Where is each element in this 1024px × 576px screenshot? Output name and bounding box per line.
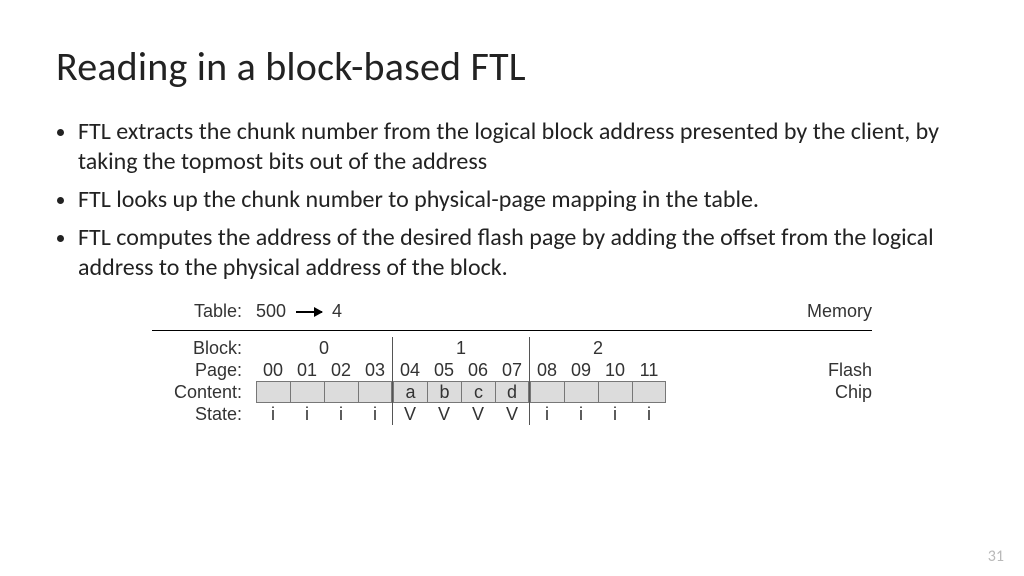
page-num: 11: [632, 359, 666, 381]
page-num: 02: [324, 359, 358, 381]
page-num: 00: [256, 359, 290, 381]
page-number: 31: [988, 547, 1004, 566]
state-cell: i: [564, 403, 598, 425]
page-num: 09: [564, 359, 598, 381]
page-num: 04: [393, 359, 427, 381]
content-cell: c: [461, 381, 495, 403]
content-row-label: Content:: [152, 382, 256, 403]
content-cell: d: [495, 381, 529, 403]
bullet-list: FTL extracts the chunk number from the l…: [56, 117, 968, 283]
page-num: 03: [358, 359, 392, 381]
state-cell: V: [427, 403, 461, 425]
state-cell: i: [290, 403, 324, 425]
page-num: 06: [461, 359, 495, 381]
state-row-label: State:: [152, 404, 256, 425]
table-to-value: 4: [326, 301, 342, 322]
state-cell: i: [598, 403, 632, 425]
state-cell: V: [495, 403, 529, 425]
content-cell: [290, 381, 324, 403]
page-num: 08: [530, 359, 564, 381]
block-name: 2: [530, 337, 666, 359]
bullet-item: FTL computes the address of the desired …: [78, 223, 968, 283]
state-cell: i: [358, 403, 392, 425]
content-cell: [358, 381, 392, 403]
page-row-label: Page:: [152, 360, 256, 381]
block-row-label: Block:: [152, 338, 256, 359]
table-from-value: 500: [256, 301, 292, 322]
state-cell: i: [530, 403, 564, 425]
state-cell: V: [461, 403, 495, 425]
state-cell: i: [632, 403, 666, 425]
state-cell: i: [256, 403, 290, 425]
divider-line: [152, 330, 872, 331]
content-cell: a: [393, 381, 427, 403]
page-num: 07: [495, 359, 529, 381]
bullet-item: FTL looks up the chunk number to physica…: [78, 185, 968, 215]
block-name: 1: [393, 337, 529, 359]
page-num: 10: [598, 359, 632, 381]
arrow-right-icon: [296, 311, 322, 313]
content-cell: [632, 381, 666, 403]
content-cell: [324, 381, 358, 403]
table-label: Table:: [152, 301, 256, 322]
content-cell: [256, 381, 290, 403]
block-name: 0: [256, 337, 392, 359]
chip-label: Chip: [815, 382, 872, 403]
content-cell: [598, 381, 632, 403]
flash-label: Flash: [808, 360, 872, 381]
page-num: 01: [290, 359, 324, 381]
page-num: 05: [427, 359, 461, 381]
state-cell: V: [393, 403, 427, 425]
content-cell: b: [427, 381, 461, 403]
slide-title: Reading in a block-based FTL: [56, 42, 968, 91]
bullet-item: FTL extracts the chunk number from the l…: [78, 117, 968, 177]
state-cell: i: [324, 403, 358, 425]
content-cell: [564, 381, 598, 403]
ftl-diagram: Table: 500 4 Memory Block: 0 1 2 Flash P…: [152, 301, 872, 425]
memory-label: Memory: [787, 301, 872, 322]
content-cell: [530, 381, 564, 403]
